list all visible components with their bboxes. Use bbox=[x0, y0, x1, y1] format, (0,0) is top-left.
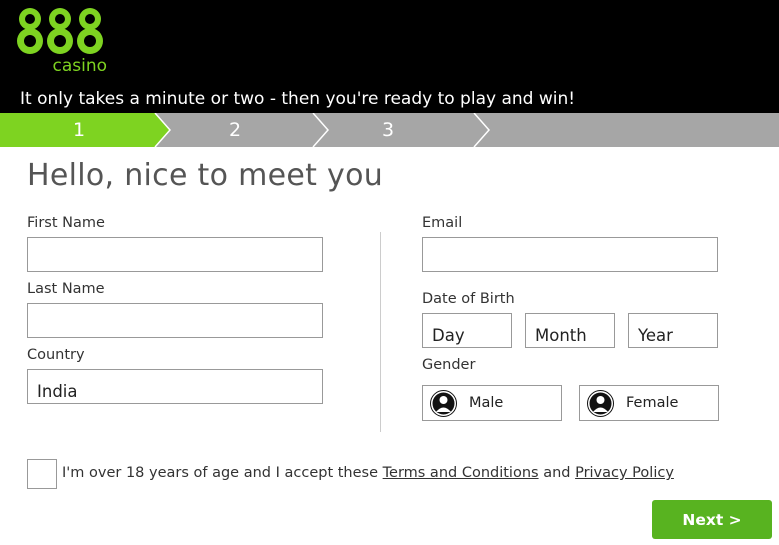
male-avatar-icon bbox=[430, 390, 457, 417]
country-select[interactable]: India bbox=[27, 369, 323, 404]
consent-and: and bbox=[543, 465, 571, 481]
email-input[interactable] bbox=[422, 237, 718, 272]
step-3-label: 3 bbox=[382, 119, 395, 141]
gender-male-label: Male bbox=[469, 395, 504, 411]
dob-year-select[interactable]: Year bbox=[628, 313, 718, 348]
dob-month-select[interactable]: Month bbox=[525, 313, 615, 348]
logo-888-graphic bbox=[17, 8, 103, 54]
casino-logo[interactable]: casino bbox=[16, 7, 107, 76]
next-button[interactable]: Next > bbox=[652, 500, 772, 539]
registration-steps: 1 2 3 bbox=[0, 113, 779, 147]
first-name-label: First Name bbox=[27, 215, 105, 231]
gender-male-button[interactable]: Male bbox=[422, 385, 562, 421]
step-end-chevron bbox=[473, 113, 491, 147]
gender-female-button[interactable]: Female bbox=[579, 385, 719, 421]
column-divider bbox=[380, 232, 381, 432]
step-2-label: 2 bbox=[229, 119, 242, 141]
page-title: Hello, nice to meet you bbox=[27, 158, 384, 193]
last-name-label: Last Name bbox=[27, 281, 105, 297]
logo-casino-text: casino bbox=[52, 56, 107, 76]
gender-label: Gender bbox=[422, 357, 476, 373]
dob-day-select[interactable]: Day bbox=[422, 313, 512, 348]
age-consent-checkbox[interactable] bbox=[27, 459, 57, 489]
last-name-input[interactable] bbox=[27, 303, 323, 338]
header-tagline: It only takes a minute or two - then you… bbox=[20, 89, 576, 109]
dob-label: Date of Birth bbox=[422, 291, 515, 307]
email-label: Email bbox=[422, 215, 463, 231]
privacy-link[interactable]: Privacy Policy bbox=[575, 465, 674, 481]
country-label: Country bbox=[27, 347, 85, 363]
consent-prefix: I'm over 18 years of age and I accept th… bbox=[62, 465, 379, 481]
female-avatar-icon bbox=[587, 390, 614, 417]
step-3-chevron bbox=[312, 113, 330, 147]
gender-female-label: Female bbox=[626, 395, 679, 411]
age-consent-text: I'm over 18 years of age and I accept th… bbox=[62, 465, 674, 481]
first-name-input[interactable] bbox=[27, 237, 323, 272]
site-header: casino It only takes a minute or two - t… bbox=[0, 0, 779, 113]
terms-link[interactable]: Terms and Conditions bbox=[383, 465, 539, 481]
step-1-label: 1 bbox=[73, 119, 86, 141]
